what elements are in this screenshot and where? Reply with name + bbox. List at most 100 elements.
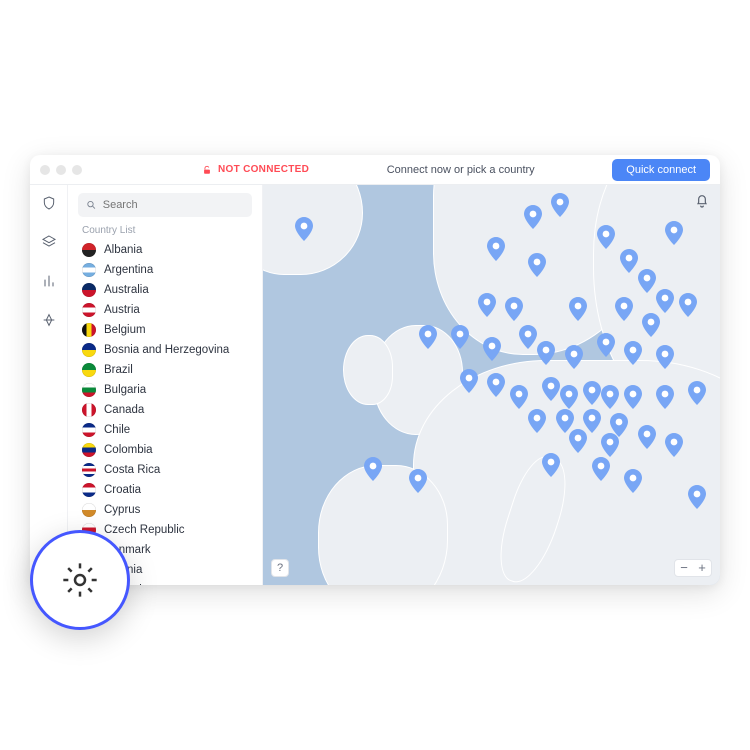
server-pin[interactable] (656, 385, 674, 409)
settings-highlight[interactable] (30, 530, 130, 630)
zoom-controls: − + (674, 559, 712, 577)
server-pin[interactable] (597, 225, 615, 249)
country-row[interactable]: Colombia (78, 440, 252, 460)
country-row[interactable]: Canada (78, 400, 252, 420)
country-row[interactable]: Argentina (78, 260, 252, 280)
mesh-icon[interactable] (41, 312, 57, 333)
search-box[interactable] (78, 193, 252, 217)
country-name: Austria (104, 304, 140, 316)
server-pin[interactable] (537, 341, 555, 365)
server-pin[interactable] (624, 341, 642, 365)
connection-status: NOT CONNECTED (202, 164, 309, 175)
server-pin[interactable] (460, 369, 478, 393)
server-pin[interactable] (528, 409, 546, 433)
zoom-in-button[interactable]: + (693, 560, 711, 576)
country-row[interactable]: Bosnia and Herzegovina (78, 340, 252, 360)
flag-icon (82, 243, 96, 257)
flag-icon (82, 503, 96, 517)
zoom-out-button[interactable]: − (675, 560, 693, 576)
server-pin[interactable] (569, 429, 587, 453)
server-pin[interactable] (528, 253, 546, 277)
server-pin[interactable] (656, 289, 674, 313)
country-name: Brazil (104, 364, 133, 376)
nav-rail (30, 185, 68, 585)
shield-icon[interactable] (41, 195, 57, 216)
country-row[interactable]: Brazil (78, 360, 252, 380)
country-row[interactable]: Cyprus (78, 500, 252, 520)
server-pin[interactable] (688, 485, 706, 509)
app-window: NOT CONNECTED Connect now or pick a coun… (30, 155, 720, 585)
country-name: Cyprus (104, 504, 140, 516)
server-pin[interactable] (638, 269, 656, 293)
server-pin[interactable] (364, 457, 382, 481)
help-button[interactable]: ? (271, 559, 289, 577)
server-pin[interactable] (665, 433, 683, 457)
server-pin[interactable] (688, 381, 706, 405)
server-pin[interactable] (451, 325, 469, 349)
country-name: Croatia (104, 484, 141, 496)
flag-icon (82, 303, 96, 317)
server-pin[interactable] (656, 345, 674, 369)
country-row[interactable]: Chile (78, 420, 252, 440)
window-controls[interactable] (40, 165, 82, 175)
stats-icon[interactable] (41, 273, 57, 294)
country-name: Albania (104, 244, 142, 256)
unlock-icon (202, 165, 212, 175)
flag-icon (82, 403, 96, 417)
server-pin[interactable] (510, 385, 528, 409)
country-row[interactable]: Costa Rica (78, 460, 252, 480)
server-pin[interactable] (542, 377, 560, 401)
server-pin[interactable] (487, 373, 505, 397)
country-name: Bosnia and Herzegovina (104, 344, 229, 356)
server-pin[interactable] (483, 337, 501, 361)
server-pin[interactable] (583, 381, 601, 405)
server-pin[interactable] (665, 221, 683, 245)
server-pin[interactable] (638, 425, 656, 449)
server-pin[interactable] (624, 385, 642, 409)
notifications-button[interactable] (694, 193, 710, 214)
server-pin[interactable] (409, 469, 427, 493)
country-name: Costa Rica (104, 464, 160, 476)
flag-icon (82, 283, 96, 297)
country-row[interactable]: Belgium (78, 320, 252, 340)
flag-icon (82, 263, 96, 277)
layers-icon[interactable] (41, 234, 57, 255)
flag-icon (82, 363, 96, 377)
server-pin[interactable] (551, 193, 569, 217)
sidebar: Country List Albania Argentina Australia Au… (68, 185, 263, 585)
country-row[interactable]: Austria (78, 300, 252, 320)
map-view[interactable]: ? − + (263, 185, 720, 585)
server-pin[interactable] (592, 457, 610, 481)
country-row[interactable]: Croatia (78, 480, 252, 500)
country-name: Australia (104, 284, 149, 296)
server-pin[interactable] (505, 297, 523, 321)
server-pin[interactable] (542, 453, 560, 477)
server-pin[interactable] (601, 433, 619, 457)
flag-icon (82, 483, 96, 497)
server-pin[interactable] (569, 297, 587, 321)
server-pin[interactable] (487, 237, 505, 261)
server-pin[interactable] (679, 293, 697, 317)
server-pin[interactable] (560, 385, 578, 409)
country-list-header: Country List (68, 223, 262, 240)
server-pin[interactable] (597, 333, 615, 357)
server-pin[interactable] (565, 345, 583, 369)
search-input[interactable] (103, 199, 244, 211)
country-row[interactable]: Bulgaria (78, 380, 252, 400)
country-row[interactable]: Australia (78, 280, 252, 300)
country-row[interactable]: Albania (78, 240, 252, 260)
server-pin[interactable] (624, 469, 642, 493)
flag-icon (82, 343, 96, 357)
server-pin[interactable] (478, 293, 496, 317)
server-pin[interactable] (419, 325, 437, 349)
server-pin[interactable] (620, 249, 638, 273)
server-pin[interactable] (519, 325, 537, 349)
quick-connect-button[interactable]: Quick connect (612, 159, 710, 181)
server-pin[interactable] (295, 217, 313, 241)
server-pin[interactable] (524, 205, 542, 229)
country-name: Bulgaria (104, 384, 146, 396)
server-pin[interactable] (601, 385, 619, 409)
server-pin[interactable] (642, 313, 660, 337)
flag-icon (82, 463, 96, 477)
server-pin[interactable] (615, 297, 633, 321)
